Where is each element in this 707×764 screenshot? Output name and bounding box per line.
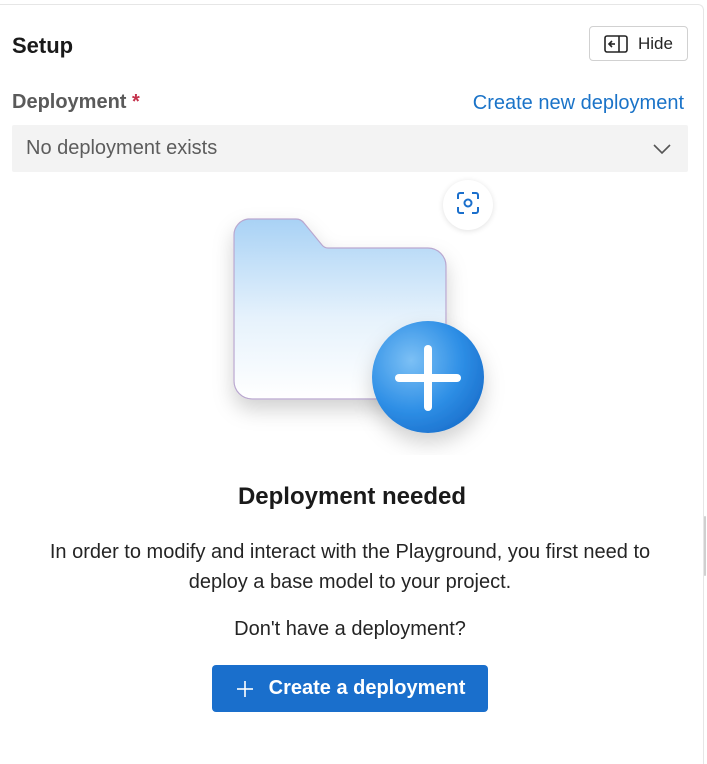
scrollbar-thumb[interactable] (704, 516, 706, 576)
setup-panel: Setup Hide Deployment * Create new deplo… (0, 4, 704, 764)
empty-state-description: In order to modify and interact with the… (49, 541, 651, 593)
create-deployment-button[interactable]: Create a deployment (212, 665, 488, 712)
empty-state-question: Don't have a deployment? (234, 618, 466, 640)
deployment-dropdown-value: No deployment exists (26, 137, 218, 159)
create-deployment-button-label: Create a deployment (268, 677, 466, 699)
hide-button[interactable]: Hide (589, 26, 688, 61)
deployment-label: Deployment * (12, 91, 140, 114)
required-marker: * (132, 91, 140, 113)
hide-button-label: Hide (638, 33, 673, 53)
chevron-down-icon (652, 142, 674, 156)
empty-state-heading: Deployment needed (237, 483, 467, 510)
create-new-deployment-link[interactable]: Create new deployment (473, 92, 684, 115)
plus-icon (235, 679, 255, 699)
panel-collapse-icon (604, 34, 628, 54)
deployment-dropdown[interactable]: No deployment exists (12, 125, 688, 172)
deployment-label-text: Deployment (12, 91, 127, 113)
folder-add-illustration (200, 205, 510, 455)
setup-title: Setup (12, 33, 74, 58)
